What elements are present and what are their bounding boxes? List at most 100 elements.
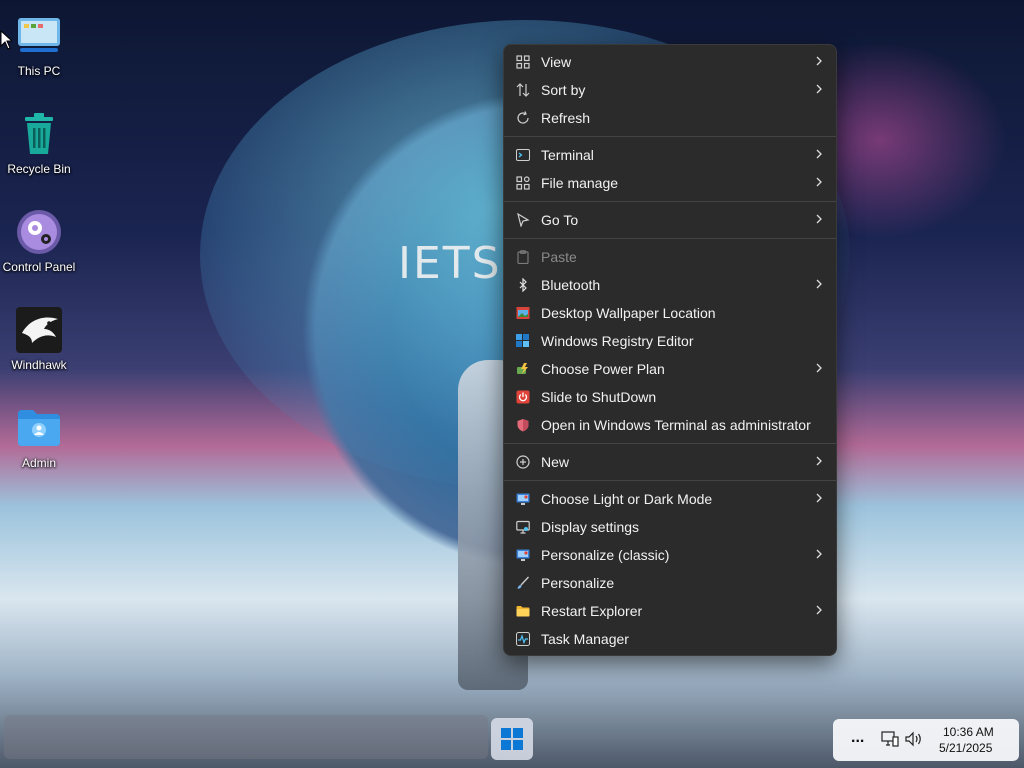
menu-item-label: Personalize (classic) <box>541 547 670 563</box>
menu-item-label: Choose Power Plan <box>541 361 665 377</box>
clock-date[interactable]: 5/21/2025 <box>939 741 992 755</box>
start-button[interactable] <box>491 718 533 760</box>
shutdown-icon <box>516 390 530 404</box>
chevron-right-icon <box>816 493 822 503</box>
chevron-right-icon <box>816 279 822 289</box>
menu-item-label: Open in Windows Terminal as administrato… <box>541 417 811 433</box>
chevron-right-icon <box>816 84 822 94</box>
menu-item-label: View <box>541 54 572 70</box>
desktop-icon-admin[interactable]: Admin <box>0 396 78 470</box>
menu-item-display-settings[interactable]: Display settings <box>504 513 836 541</box>
desktop-icon-label: This PC <box>17 64 61 78</box>
task-manager-icon <box>516 632 530 646</box>
menu-item-file-manage[interactable]: File manage <box>504 169 836 197</box>
shield-icon <box>516 418 530 432</box>
menu-item-view[interactable]: View <box>504 48 836 76</box>
menu-separator <box>504 136 836 137</box>
volume-icon[interactable] <box>905 731 923 752</box>
menu-item-label: Desktop Wallpaper Location <box>541 305 716 321</box>
menu-item-go-to[interactable]: Go To <box>504 206 836 234</box>
chevron-right-icon <box>816 177 822 187</box>
chevron-right-icon <box>816 456 822 466</box>
menu-item-choose-power-plan[interactable]: Choose Power Plan <box>504 355 836 383</box>
desktop-icon-control-panel[interactable]: Control Panel <box>0 200 78 274</box>
chevron-right-icon <box>816 363 822 373</box>
menu-item-label: Restart Explorer <box>541 603 643 619</box>
chevron-right-icon <box>816 149 822 159</box>
menu-item-choose-light-or-dark-mode[interactable]: Choose Light or Dark Mode <box>504 485 836 513</box>
desktop-icon-recycle-bin[interactable]: Recycle Bin <box>0 102 78 176</box>
refresh-icon <box>516 111 530 125</box>
menu-item-label: Sort by <box>541 82 586 98</box>
wallpaper-icon <box>516 306 530 320</box>
menu-item-paste[interactable]: Paste <box>504 243 836 271</box>
menu-item-restart-explorer[interactable]: Restart Explorer <box>504 597 836 625</box>
menu-item-label: Paste <box>541 249 577 265</box>
menu-item-open-terminal-admin[interactable]: Open in Windows Terminal as administrato… <box>504 411 836 439</box>
system-tray: ... 10:36 AM 5/21/2025 <box>833 719 1019 761</box>
network-icon[interactable] <box>881 731 899 752</box>
menu-item-refresh[interactable]: Refresh <box>504 104 836 132</box>
menu-item-label: New <box>541 454 570 470</box>
menu-item-label: Choose Light or Dark Mode <box>541 491 713 507</box>
show-hidden-icons-button[interactable]: ... <box>851 729 864 747</box>
menu-item-label: Go To <box>541 212 579 228</box>
menu-item-label: Refresh <box>541 110 591 126</box>
desktop-context-menu: View Sort by Refresh Terminal File manag… <box>503 44 837 656</box>
menu-item-slide-to-shutdown[interactable]: Slide to ShutDown <box>504 383 836 411</box>
bluetooth-icon <box>516 278 530 292</box>
taskbar-left-area <box>4 715 488 759</box>
windows-logo-icon <box>501 728 523 750</box>
menu-item-desktop-wallpaper-location[interactable]: Desktop Wallpaper Location <box>504 299 836 327</box>
menu-item-label: Slide to ShutDown <box>541 389 657 405</box>
menu-separator <box>504 443 836 444</box>
desktop-icon-label: Control Panel <box>2 260 76 274</box>
chevron-right-icon <box>816 56 822 66</box>
menu-separator <box>504 480 836 481</box>
menu-item-windows-registry-editor[interactable]: Windows Registry Editor <box>504 327 836 355</box>
personalize-classic-icon <box>516 548 530 562</box>
clipboard-icon <box>516 250 530 264</box>
windhawk-icon <box>15 306 63 354</box>
menu-item-new[interactable]: New <box>504 448 836 476</box>
desktop-icon-windhawk[interactable]: Windhawk <box>0 298 78 372</box>
apps-icon <box>516 176 530 190</box>
folder-icon <box>516 604 530 618</box>
menu-separator <box>504 201 836 202</box>
chevron-right-icon <box>816 214 822 224</box>
registry-icon <box>516 334 530 348</box>
menu-item-label: Bluetooth <box>541 277 601 293</box>
chevron-right-icon <box>816 549 822 559</box>
brush-icon <box>516 576 530 590</box>
power-plan-icon <box>516 362 530 376</box>
menu-item-sort-by[interactable]: Sort by <box>504 76 836 104</box>
clock-time[interactable]: 10:36 AM <box>943 725 994 739</box>
user-folder-icon <box>15 404 63 452</box>
menu-item-label: Terminal <box>541 147 594 163</box>
desktop-icon-label: Recycle Bin <box>7 162 71 176</box>
menu-item-personalize-classic[interactable]: Personalize (classic) <box>504 541 836 569</box>
control-panel-icon <box>15 208 63 256</box>
menu-item-label: Personalize <box>541 575 615 591</box>
desktop-icon-label: Admin <box>21 456 56 470</box>
menu-item-label: Task Manager <box>541 631 629 647</box>
display-icon <box>516 520 530 534</box>
pointer-icon <box>516 213 530 227</box>
theme-icon <box>516 492 530 506</box>
menu-item-label: Windows Registry Editor <box>541 333 694 349</box>
menu-item-bluetooth[interactable]: Bluetooth <box>504 271 836 299</box>
mouse-cursor-icon <box>0 29 14 55</box>
menu-item-personalize[interactable]: Personalize <box>504 569 836 597</box>
this-pc-icon <box>15 12 63 60</box>
grid-icon <box>516 55 530 69</box>
plus-circle-icon <box>516 455 530 469</box>
chevron-right-icon <box>816 605 822 615</box>
menu-separator <box>504 238 836 239</box>
sort-icon <box>516 83 530 97</box>
menu-item-task-manager[interactable]: Task Manager <box>504 625 836 653</box>
recycle-bin-icon <box>15 110 63 158</box>
menu-item-terminal[interactable]: Terminal <box>504 141 836 169</box>
desktop-icon-label: Windhawk <box>11 358 67 372</box>
menu-item-label: Display settings <box>541 519 640 535</box>
menu-item-label: File manage <box>541 175 619 191</box>
